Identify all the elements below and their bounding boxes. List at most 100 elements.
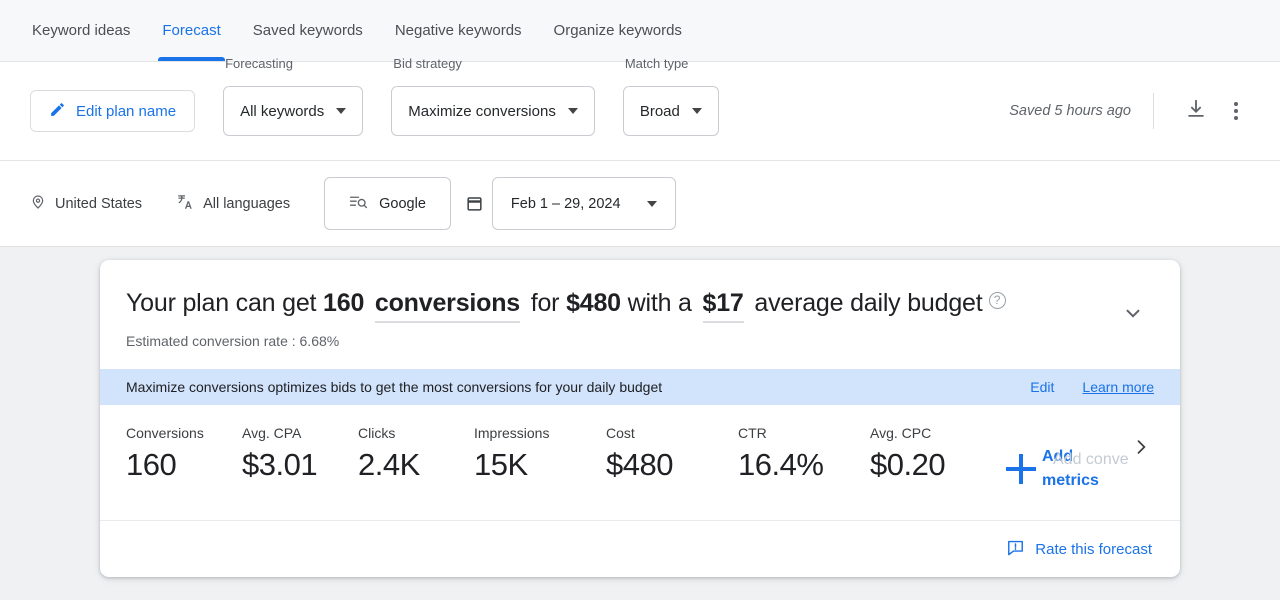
rate-forecast-label: Rate this forecast [1035, 541, 1152, 558]
metrics-row: Conversions 160 Avg. CPA $3.01 Clicks 2.… [100, 405, 1180, 522]
network-selector[interactable]: Google [324, 177, 451, 230]
edit-plan-name-button[interactable]: Edit plan name [30, 90, 195, 132]
metric-value: $3.01 [242, 447, 358, 483]
content-stage: Your plan can get 160 conversions for $4… [0, 247, 1280, 577]
metric-label: Avg. CPA [242, 425, 358, 441]
banner-text: Maximize conversions optimizes bids to g… [126, 379, 662, 395]
metric-label: Clicks [358, 425, 474, 441]
filter-row: United States All languages Google Feb 1… [0, 161, 1280, 247]
headline-part4: average daily budget [754, 289, 982, 317]
expand-card-button[interactable] [1112, 294, 1154, 336]
download-button[interactable] [1176, 91, 1216, 131]
tab-label: Organize keywords [554, 22, 682, 39]
tab-organize-keywords[interactable]: Organize keywords [538, 0, 698, 61]
tab-saved-keywords[interactable]: Saved keywords [237, 0, 379, 61]
more-options-button[interactable] [1216, 91, 1256, 131]
network-label: Google [379, 196, 426, 212]
bid-strategy-field: Bid strategy Maximize conversions [391, 86, 595, 136]
bid-strategy-banner: Maximize conversions optimizes bids to g… [100, 369, 1180, 405]
download-icon [1185, 98, 1207, 125]
rate-forecast-button[interactable]: Rate this forecast [1006, 538, 1152, 561]
metric-avg-cpa: Avg. CPA $3.01 [242, 425, 358, 483]
match-type-field: Match type Broad [623, 86, 719, 136]
tab-label: Forecast [162, 22, 220, 39]
forecast-summary: Your plan can get 160 conversions for $4… [126, 288, 1112, 349]
plus-icon [1006, 454, 1036, 484]
plan-toolbar: Edit plan name Forecasting All keywords … [0, 62, 1280, 161]
tab-forecast[interactable]: Forecast [146, 0, 236, 61]
date-range-select[interactable]: Feb 1 – 29, 2024 [492, 177, 676, 230]
tab-label: Saved keywords [253, 22, 363, 39]
language-label: All languages [203, 196, 290, 212]
help-circle-icon[interactable]: ? [989, 292, 1006, 309]
metric-clicks: Clicks 2.4K [358, 425, 474, 483]
estimated-conversion-rate: Estimated conversion rate : 6.68% [126, 333, 1112, 349]
match-type-value: Broad [640, 103, 680, 120]
chevron-right-icon [1131, 434, 1151, 465]
language-filter[interactable]: All languages [176, 193, 290, 215]
date-range-value: Feb 1 – 29, 2024 [511, 196, 621, 212]
metric-value: $0.20 [870, 447, 1002, 483]
forecasting-field: Forecasting All keywords [223, 86, 363, 136]
tab-keyword-ideas[interactable]: Keyword ideas [16, 0, 146, 61]
metric-cost: Cost $480 [606, 425, 738, 483]
metric-value: $480 [606, 447, 738, 483]
location-label: United States [55, 196, 142, 212]
forecasting-value: All keywords [240, 103, 324, 120]
metric-value: 2.4K [358, 447, 474, 483]
chevron-down-icon [568, 108, 578, 114]
bid-strategy-label: Bid strategy [393, 56, 462, 71]
chevron-down-icon [647, 201, 657, 207]
saved-status: Saved 5 hours ago [1009, 103, 1131, 119]
chevron-down-icon [1122, 302, 1144, 329]
translate-icon [176, 193, 194, 215]
forecast-card-footer: Rate this forecast [100, 521, 1180, 577]
bid-strategy-select[interactable]: Maximize conversions [391, 86, 595, 136]
metric-avg-cpc: Avg. CPC $0.20 [870, 425, 1002, 483]
pencil-icon [49, 101, 66, 122]
calendar-icon[interactable] [465, 194, 484, 213]
headline-part3: with a [628, 289, 692, 317]
metric-value: 160 [126, 447, 242, 483]
metric-label: Impressions [474, 425, 606, 441]
match-type-select[interactable]: Broad [623, 86, 719, 136]
tab-label: Negative keywords [395, 22, 522, 39]
headline-conversions-word[interactable]: conversions [375, 289, 520, 323]
banner-edit-link[interactable]: Edit [1030, 379, 1054, 395]
chevron-down-icon [336, 108, 346, 114]
bid-strategy-value: Maximize conversions [408, 103, 556, 120]
forecasting-select[interactable]: All keywords [223, 86, 363, 136]
forecast-card: Your plan can get 160 conversions for $4… [100, 260, 1180, 577]
metric-value: 16.4% [738, 447, 870, 483]
tab-negative-keywords[interactable]: Negative keywords [379, 0, 538, 61]
metric-conversions: Conversions 160 [126, 425, 242, 483]
headline-budget-value[interactable]: $17 [703, 289, 744, 323]
add-metrics-label: Add metrics [1042, 445, 1106, 495]
feedback-icon [1006, 538, 1025, 561]
metric-label: CTR [738, 425, 870, 441]
metric-impressions: Impressions 15K [474, 425, 606, 483]
metric-ctr: CTR 16.4% [738, 425, 870, 483]
add-metrics-button[interactable]: Add metrics Add conve [1006, 445, 1106, 495]
search-network-icon [349, 194, 368, 214]
banner-learn-more-link[interactable]: Learn more [1082, 379, 1154, 395]
match-type-label: Match type [625, 56, 689, 71]
forecast-headline: Your plan can get 160 conversions for $4… [126, 288, 1112, 319]
chevron-down-icon [692, 108, 702, 114]
metrics-scroll-right-button[interactable] [1128, 433, 1154, 467]
location-pin-icon [30, 194, 46, 214]
kebab-menu-icon [1234, 102, 1238, 120]
headline-cost-value: $480 [566, 289, 621, 317]
headline-conversions-value: 160 [323, 289, 364, 317]
metric-label: Cost [606, 425, 738, 441]
toolbar-right-group: Saved 5 hours ago [1009, 91, 1256, 131]
edit-plan-name-label: Edit plan name [76, 103, 176, 120]
headline-part1: Your plan can get [126, 289, 316, 317]
metric-label: Avg. CPC [870, 425, 1002, 441]
tab-label: Keyword ideas [32, 22, 130, 39]
metric-label: Conversions [126, 425, 242, 441]
toolbar-divider [1153, 93, 1154, 129]
location-filter[interactable]: United States [30, 194, 142, 214]
metric-value: 15K [474, 447, 606, 483]
main-tabbar: Keyword ideas Forecast Saved keywords Ne… [0, 0, 1280, 62]
